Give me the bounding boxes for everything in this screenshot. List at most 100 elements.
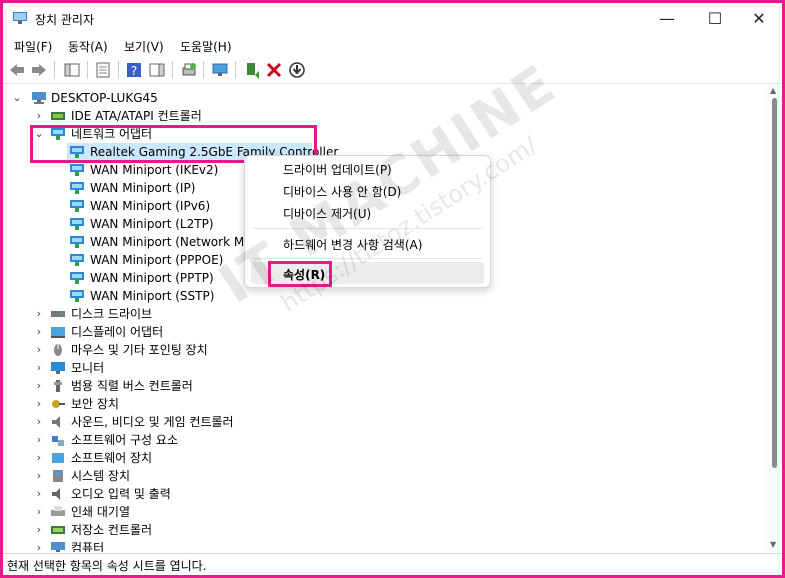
tree-category-row[interactable]: › 소프트웨어 구성 요소 (3, 431, 763, 449)
tree-category-row[interactable]: › 디스플레이 어댑터 (3, 323, 763, 341)
network-adapter-icon (70, 254, 84, 266)
computer-icon (51, 542, 65, 552)
usb-icon (54, 380, 62, 392)
tree-category-row[interactable]: › 사운드, 비디오 및 게임 컨트롤러 (3, 413, 763, 431)
tree-item-label: IDE ATA/ATAPI 컨트롤러 (71, 109, 202, 123)
tree-category-label: 시스템 장치 (71, 469, 131, 483)
print-queue-icon (51, 506, 65, 516)
tree-category-label: 사운드, 비디오 및 게임 컨트롤러 (71, 415, 234, 429)
tree-category-row[interactable]: › 범용 직렬 버스 컨트롤러 (3, 377, 763, 395)
tree-category-label: 컴퓨터 (71, 541, 105, 552)
chevron-right-icon[interactable]: › (33, 521, 45, 539)
maximize-button[interactable]: ☐ (693, 7, 737, 31)
security-key-icon (52, 400, 65, 408)
network-adapter-icon (70, 164, 84, 176)
menu-action[interactable]: 동작(A) (68, 38, 108, 55)
network-adapter-icon (70, 200, 84, 212)
software-device-icon (52, 453, 64, 463)
chevron-right-icon[interactable]: › (33, 359, 45, 377)
adapter-label: WAN Miniport (L2TP) (90, 217, 214, 231)
chevron-down-icon[interactable]: ⌄ (11, 89, 23, 107)
display-adapter-icon (51, 327, 65, 338)
menu-bar: 파일(F) 동작(A) 보기(V) 도움말(H) (3, 35, 782, 57)
toolbar-separator (172, 61, 173, 79)
chevron-right-icon[interactable]: › (33, 431, 45, 449)
scan-hardware-icon[interactable] (211, 61, 229, 79)
tree-root-label: DESKTOP-LUKG45 (51, 91, 158, 105)
chevron-right-icon[interactable]: › (33, 323, 45, 341)
audio-io-icon (52, 488, 60, 500)
action-pane-icon[interactable] (148, 61, 166, 79)
chevron-right-icon[interactable]: › (33, 485, 45, 503)
scrollbar-thumb[interactable] (772, 98, 777, 468)
title-bar: 장치 관리자 — ☐ ✕ (3, 3, 782, 35)
tree-item-ide[interactable]: › IDE ATA/ATAPI 컨트롤러 (3, 107, 763, 125)
menu-help[interactable]: 도움말(H) (180, 38, 232, 55)
menu-view[interactable]: 보기(V) (124, 38, 164, 55)
tree-category-row[interactable]: › 보안 장치 (3, 395, 763, 413)
mouse-icon (54, 344, 62, 356)
chevron-right-icon[interactable]: › (33, 305, 45, 323)
adapter-label: WAN Miniport (IP) (90, 181, 196, 195)
show-hide-console-tree-icon[interactable] (63, 61, 81, 79)
chevron-right-icon[interactable]: › (33, 107, 45, 125)
software-component-icon (52, 436, 64, 446)
ide-controller-icon (51, 112, 65, 120)
tree-category-row[interactable]: › 디스크 드라이브 (3, 305, 763, 323)
tree-category-row[interactable]: › 저장소 컨트롤러 (3, 521, 763, 539)
status-bar: 현재 선택한 항목의 속성 시트를 엽니다. (3, 553, 782, 575)
menu-item-scan-hardware[interactable]: 하드웨어 변경 사항 검색(A) (283, 236, 422, 253)
close-button[interactable]: ✕ (737, 7, 781, 31)
vertical-scrollbar[interactable]: ▲ ▼ (767, 84, 782, 552)
chevron-right-icon[interactable]: › (33, 377, 45, 395)
context-menu: 드라이버 업데이트(P) 디바이스 사용 안 함(D) 디바이스 제거(U) 하… (244, 155, 491, 288)
menu-item-uninstall-device[interactable]: 디바이스 제거(U) (283, 205, 371, 222)
tree-category-label: 인쇄 대기열 (71, 505, 131, 519)
network-adapter-icon (70, 182, 84, 194)
menu-item-update-driver[interactable]: 드라이버 업데이트(P) (283, 161, 392, 178)
tree-category-label: 마우스 및 기타 포인팅 장치 (71, 343, 208, 357)
update-driver-icon[interactable] (243, 61, 261, 79)
tree-category-row[interactable]: › 모니터 (3, 359, 763, 377)
svg-text:?: ? (131, 64, 137, 78)
computer-icon (32, 92, 46, 104)
chevron-right-icon[interactable]: › (33, 341, 45, 359)
tree-category-row[interactable]: › 인쇄 대기열 (3, 503, 763, 521)
chevron-right-icon[interactable]: › (33, 395, 45, 413)
properties-icon[interactable] (94, 61, 112, 79)
print-icon[interactable] (180, 61, 198, 79)
chevron-right-icon[interactable]: › (33, 413, 45, 431)
disk-drive-icon (51, 311, 65, 317)
tree-category-row[interactable]: › 소프트웨어 장치 (3, 449, 763, 467)
scroll-down-arrow-icon[interactable]: ▼ (770, 540, 776, 549)
help-icon[interactable]: ? (125, 61, 143, 79)
minimize-button[interactable]: — (645, 7, 689, 31)
tree-category-label: 소프트웨어 장치 (71, 451, 153, 465)
tree-category-row[interactable]: › 컴퓨터 (3, 539, 763, 552)
adapter-row[interactable]: WAN Miniport (SSTP) (3, 287, 763, 305)
toolbar-separator (54, 61, 55, 79)
menu-file[interactable]: 파일(F) (14, 38, 52, 55)
tree-category-row[interactable]: › 마우스 및 기타 포인팅 장치 (3, 341, 763, 359)
chevron-right-icon[interactable]: › (33, 449, 45, 467)
toolbar-separator (203, 61, 204, 79)
adapter-label: WAN Miniport (IPv6) (90, 199, 211, 213)
device-manager-window: 장치 관리자 — ☐ ✕ 파일(F) 동작(A) 보기(V) 도움말(H) ? … (0, 0, 785, 578)
back-arrow-icon[interactable] (8, 61, 26, 79)
tree-root[interactable]: ⌄ DESKTOP-LUKG45 (3, 89, 763, 107)
adapter-label: WAN Miniport (Network Mo (90, 235, 252, 249)
forward-arrow-icon[interactable] (30, 61, 48, 79)
network-adapter-icon (70, 272, 84, 284)
tree-category-row[interactable]: › 시스템 장치 (3, 467, 763, 485)
chevron-right-icon[interactable]: › (33, 503, 45, 521)
network-adapter-icon (70, 290, 84, 302)
menu-separator (253, 258, 482, 259)
scroll-up-arrow-icon[interactable]: ▲ (770, 86, 776, 95)
system-device-icon (53, 470, 63, 482)
menu-item-disable-device[interactable]: 디바이스 사용 안 함(D) (283, 183, 401, 200)
chevron-right-icon[interactable]: › (33, 539, 45, 552)
tree-category-row[interactable]: › 오디오 입력 및 출력 (3, 485, 763, 503)
download-circle-icon[interactable] (288, 61, 306, 79)
chevron-right-icon[interactable]: › (33, 467, 45, 485)
uninstall-x-icon[interactable] (265, 61, 283, 79)
